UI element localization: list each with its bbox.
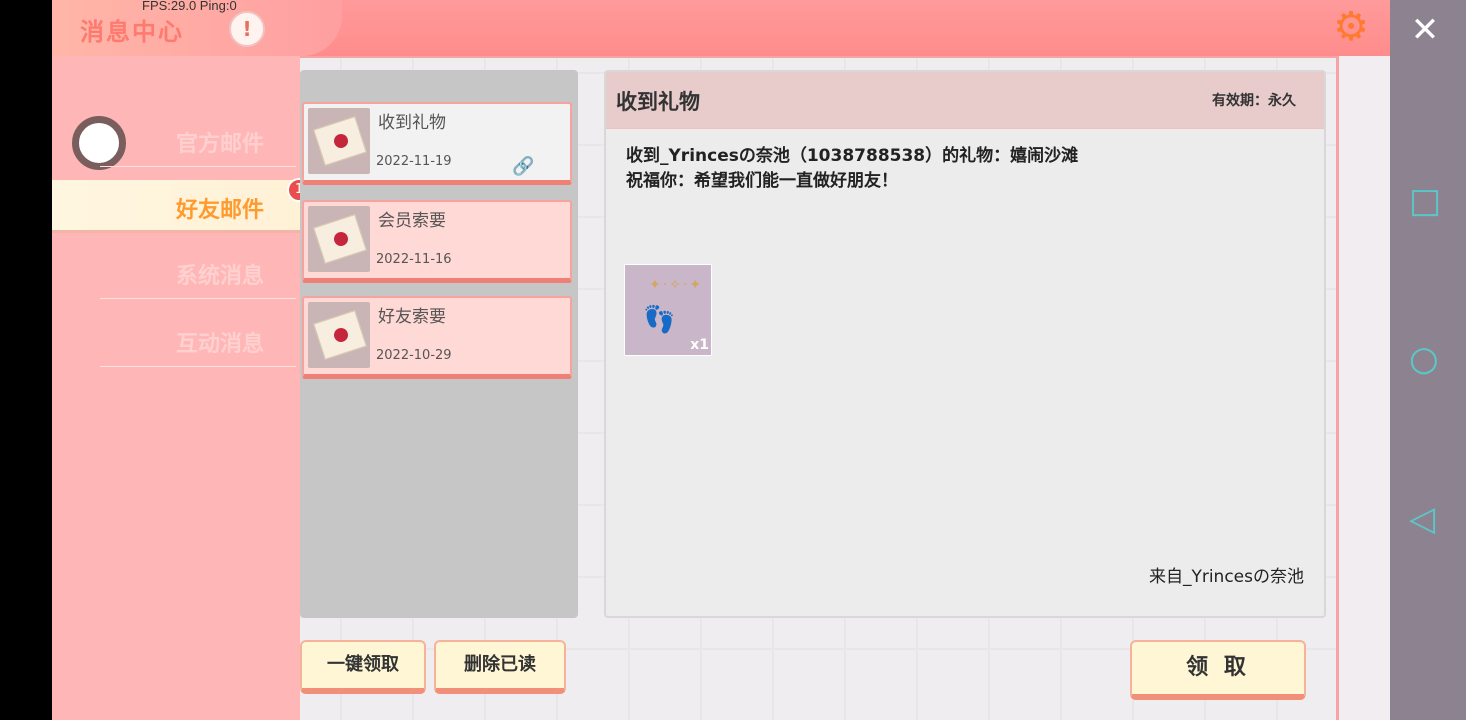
sidebar: 官方邮件 好友邮件 系统消息 互动消息	[52, 56, 308, 720]
sidebar-item-interaction-message[interactable]: 互动消息	[52, 308, 300, 372]
fps-readout: FPS:29.0 Ping:0	[142, 0, 237, 13]
back-icon[interactable]: ◁	[1409, 502, 1435, 536]
envelope-icon	[308, 206, 370, 272]
paperclip-icon: 🔗	[512, 156, 535, 177]
sidebar-item-label: 官方邮件	[176, 132, 265, 157]
message-center-window: 消息中心 FPS:29.0 Ping:0 ! ⚙ 官方邮件 好友邮件 系统消息 …	[52, 0, 1390, 720]
claim-all-button[interactable]: 一键领取	[300, 640, 426, 694]
claim-button[interactable]: 领 取	[1130, 640, 1306, 700]
detail-body: 收到_Yrincesの奈池（1038788538）的礼物：嬉闹沙滩 祝福你：希望…	[626, 144, 1078, 194]
body-line: 收到_Yrincesの奈池（1038788538）的礼物：嬉闹沙滩	[626, 146, 1079, 166]
delete-read-button[interactable]: 删除已读	[434, 640, 566, 694]
right-edge-strip	[1336, 56, 1390, 720]
gift-item-slot[interactable]: ✦·✧·✦ 👣 x1	[624, 264, 712, 356]
divider	[100, 166, 296, 167]
divider	[100, 366, 296, 367]
mail-date: 2022-11-16	[376, 252, 452, 267]
footprints-icon: 👣	[643, 305, 676, 335]
mail-detail-panel: 收到礼物 有效期：永久 收到_Yrincesの奈池（1038788538）的礼物…	[604, 70, 1326, 618]
mail-item[interactable]: 收到礼物 2022-11-19 🔗	[302, 102, 572, 185]
validity-text: 有效期：永久	[1212, 93, 1296, 109]
sender-text: 来自_Yrincesの奈池	[1148, 567, 1304, 587]
exclamation-icon[interactable]: !	[229, 11, 265, 47]
mail-title: 会员索要	[378, 211, 446, 231]
title-tab: 消息中心 FPS:29.0 Ping:0 !	[52, 0, 342, 56]
detail-header: 收到礼物 有效期：永久	[606, 72, 1324, 129]
mail-date: 2022-11-19	[376, 154, 452, 169]
mail-date: 2022-10-29	[376, 348, 452, 363]
page-title: 消息中心	[80, 18, 184, 46]
envelope-icon	[308, 108, 370, 174]
mail-item[interactable]: 会员索要 2022-11-16	[302, 200, 572, 283]
sidebar-item-label: 互动消息	[176, 332, 265, 357]
sparkle-icon: ✦·✧·✦	[649, 277, 704, 293]
divider	[100, 298, 296, 299]
sidebar-item-label: 好友邮件	[176, 198, 265, 223]
sidebar-item-official-mail[interactable]: 官方邮件	[52, 108, 300, 172]
detail-title: 收到礼物	[616, 90, 700, 114]
sidebar-item-friend-mail[interactable]: 好友邮件	[52, 180, 308, 233]
mail-title: 收到礼物	[378, 113, 446, 133]
mail-item[interactable]: 好友索要 2022-10-29	[302, 296, 572, 379]
top-bar: 消息中心 FPS:29.0 Ping:0 ! ⚙	[52, 0, 1390, 58]
sidebar-item-system-message[interactable]: 系统消息	[52, 240, 300, 304]
recent-apps-icon[interactable]: □	[1409, 184, 1441, 218]
sidebar-item-label: 系统消息	[176, 264, 265, 289]
envelope-icon	[308, 302, 370, 368]
mail-title: 好友索要	[378, 307, 446, 327]
body-line: 祝福你：希望我们能一直做好朋友！	[626, 171, 898, 191]
gear-icon[interactable]: ⚙	[1330, 6, 1372, 48]
home-icon[interactable]: ○	[1409, 342, 1439, 376]
item-quantity: x1	[690, 337, 709, 353]
close-icon[interactable]: ✕	[1395, 5, 1455, 55]
